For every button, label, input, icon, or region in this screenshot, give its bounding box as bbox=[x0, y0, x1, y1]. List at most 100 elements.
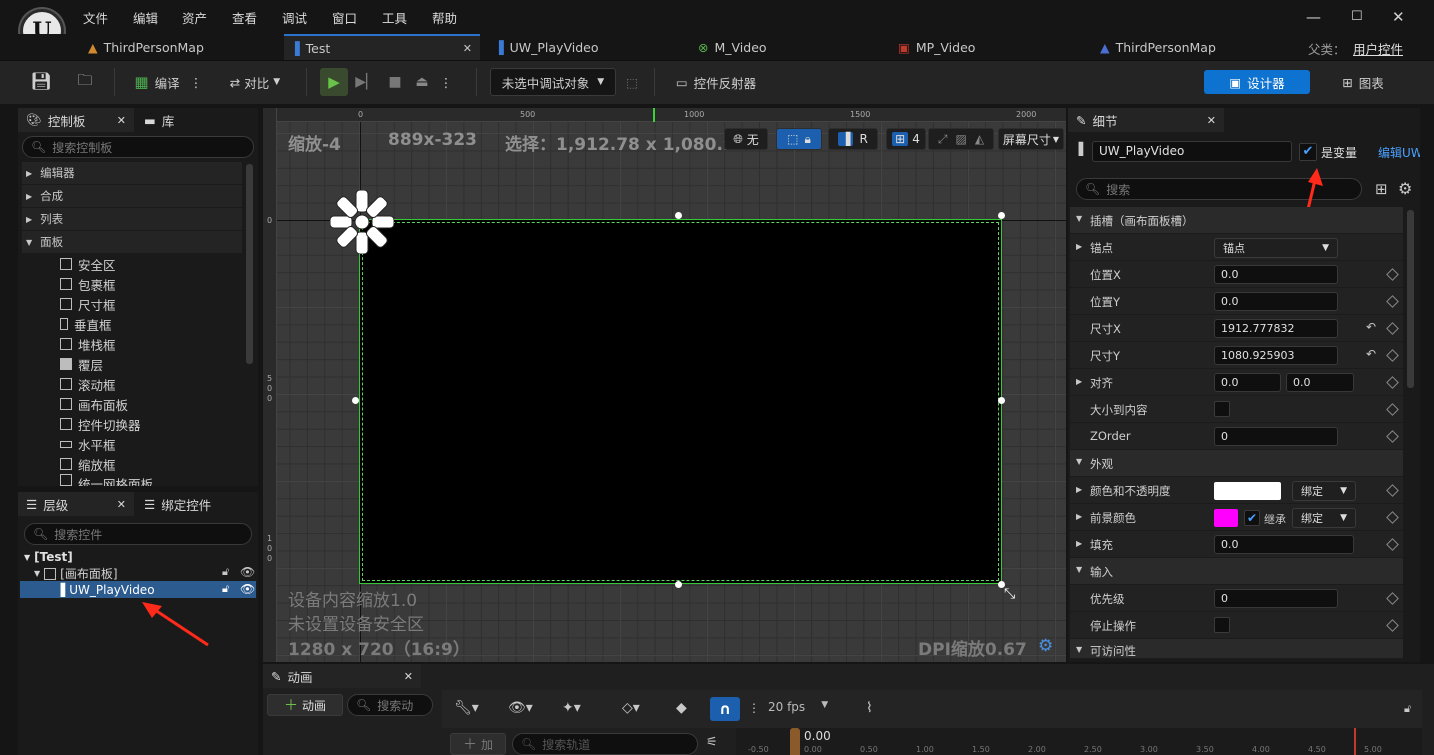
snap-magnet-icon[interactable]: ∩ bbox=[710, 697, 740, 721]
zorder-input[interactable]: 0 bbox=[1214, 427, 1338, 446]
widget-horizontal-box[interactable]: 水平框 bbox=[60, 434, 116, 454]
tab-m-video[interactable]: ⊗ M_Video bbox=[698, 34, 888, 60]
localization-button[interactable]: 🌐︎ 无 bbox=[724, 128, 768, 150]
color-swatch-white[interactable] bbox=[1214, 482, 1281, 500]
tab-thirdpersonmap-blueprint[interactable]: ▲ ThirdPersonMap bbox=[1100, 34, 1290, 60]
keyframe-diamond-icon[interactable] bbox=[1386, 376, 1399, 389]
tree-item-canvas-panel[interactable]: ▼ [画布面板] bbox=[34, 565, 118, 582]
hierarchy-search-input[interactable]: 🔍︎ 搜索控件 bbox=[24, 523, 252, 545]
keyframe-diamond-icon[interactable] bbox=[1386, 430, 1399, 443]
edit-widget-link[interactable]: 编辑UW bbox=[1378, 144, 1420, 161]
widget-vertical-box[interactable]: 垂直框 bbox=[60, 314, 112, 334]
visibility-eye-icon[interactable]: 👁︎ bbox=[240, 565, 255, 579]
tab-hierarchy[interactable]: ☰ 层级 ✕ bbox=[18, 492, 134, 516]
section-input[interactable]: ▼ 输入 bbox=[1070, 558, 1403, 585]
track-search-input[interactable]: 🔍︎ 搜索轨道 bbox=[512, 733, 698, 755]
keyframe-diamond-icon[interactable] bbox=[1386, 322, 1399, 335]
lock-icon[interactable]: 🔓︎ bbox=[222, 582, 229, 596]
designer-mode-button[interactable]: ▣ 设计器 bbox=[1204, 70, 1310, 94]
tab-test[interactable]: ▐ Test ✕ bbox=[284, 34, 480, 60]
tab-details[interactable]: ✎ 细节 ✕ bbox=[1068, 108, 1224, 132]
bind-dropdown[interactable]: 绑定 ▼ bbox=[1292, 508, 1356, 528]
resize-handle[interactable] bbox=[998, 212, 1005, 219]
close-tab-icon[interactable]: ✕ bbox=[117, 114, 126, 127]
play-options-icon[interactable]: ⋮ bbox=[440, 68, 453, 96]
tab-mp-video[interactable]: ▣ MP_Video bbox=[898, 34, 1088, 60]
chevron-right-icon[interactable]: ▶ bbox=[1076, 485, 1082, 494]
add-track-button[interactable]: ＋加 bbox=[450, 733, 506, 755]
minimize-icon[interactable]: — bbox=[1306, 8, 1321, 26]
resize-handle[interactable] bbox=[352, 397, 359, 404]
section-appearance[interactable]: ▼ 外观 bbox=[1070, 450, 1403, 477]
padding-input[interactable]: 0.0 bbox=[1214, 535, 1354, 554]
preview-tools[interactable]: ⤢ ▨ ◭ bbox=[928, 128, 994, 150]
resize-handle[interactable] bbox=[998, 397, 1005, 404]
grid-snap-button[interactable]: ⊞ 4 bbox=[886, 128, 926, 150]
keyframe-diamond-icon[interactable] bbox=[1386, 268, 1399, 281]
transform-toggle-button[interactable]: ⬚ 🔒︎ bbox=[776, 128, 822, 150]
lock-icon[interactable]: 🔓︎ bbox=[222, 565, 229, 579]
browse-asset-icon[interactable]: 🗀︎ bbox=[72, 68, 98, 96]
visibility-eye-icon[interactable]: 👁︎ bbox=[240, 582, 255, 596]
keyframe-diamond-icon[interactable] bbox=[1386, 619, 1399, 632]
parent-class-link[interactable]: 用户控件 bbox=[1353, 39, 1403, 58]
chevron-right-icon[interactable]: ▶ bbox=[1076, 512, 1082, 521]
keyframe-diamond-icon[interactable] bbox=[1386, 403, 1399, 416]
auto-key-icon[interactable]: ◆ bbox=[676, 700, 687, 716]
chevron-right-icon[interactable]: ▶ bbox=[1076, 377, 1082, 386]
snap-options-icon[interactable]: ⋮ bbox=[748, 701, 760, 715]
size-x-input[interactable]: 1912.777832 bbox=[1214, 319, 1338, 338]
step-icon[interactable]: ▶▏ bbox=[352, 68, 380, 96]
bind-dropdown[interactable]: 绑定 ▼ bbox=[1292, 481, 1356, 501]
anchor-icon[interactable] bbox=[330, 190, 394, 254]
respect-locks-button[interactable]: ▐ R bbox=[828, 128, 878, 150]
keyframe-diamond-icon[interactable] bbox=[1386, 295, 1399, 308]
widget-scale-box[interactable]: 缩放框 bbox=[60, 454, 116, 474]
category-list[interactable]: ▶ 列表 bbox=[22, 208, 242, 230]
auto-size-checkbox[interactable] bbox=[1214, 401, 1230, 417]
tree-item-uw-playvideo[interactable]: ▐ UW_PlayVideo bbox=[20, 581, 256, 598]
close-tab-icon[interactable]: ✕ bbox=[1207, 114, 1216, 127]
settings-gear-icon[interactable]: ⚙ bbox=[1398, 179, 1412, 198]
widget-stack-box[interactable]: 堆栈框 bbox=[60, 334, 116, 354]
tab-thirdpersonmap[interactable]: ▲ ThirdPersonMap bbox=[88, 34, 278, 60]
tab-uw-playvideo[interactable]: ▐ UW_PlayVideo bbox=[494, 34, 684, 60]
palette-scrollbar[interactable] bbox=[246, 164, 253, 364]
menu-asset[interactable]: 资产 bbox=[182, 8, 207, 27]
category-panel[interactable]: ▼ 面板 bbox=[22, 231, 242, 253]
fps-dropdown[interactable]: 20 fps ▼ bbox=[768, 700, 828, 714]
widget-overlay[interactable]: 覆层 bbox=[60, 354, 103, 374]
position-x-input[interactable]: 0.0 bbox=[1214, 265, 1338, 284]
compile-button[interactable]: ▦ 编译 bbox=[126, 68, 188, 96]
play-icon[interactable]: ▶ bbox=[320, 68, 348, 96]
is-variable-checkbox[interactable]: ✔ bbox=[1299, 143, 1317, 161]
tab-animation[interactable]: ✎ 动画 ✕ bbox=[263, 664, 421, 688]
graph-mode-button[interactable]: ⊞ 图表 bbox=[1330, 68, 1396, 96]
eject-icon[interactable]: ⏏ bbox=[410, 68, 434, 96]
lock-icon[interactable]: 🔓︎ bbox=[1404, 702, 1411, 716]
menu-tools[interactable]: 工具 bbox=[382, 8, 407, 27]
color-swatch-magenta[interactable] bbox=[1214, 509, 1238, 527]
stop-action-checkbox[interactable] bbox=[1214, 617, 1230, 633]
curve-editor-icon[interactable]: ⌇ bbox=[866, 700, 873, 716]
tab-palette[interactable]: 🎨︎ 控制板 ✕ bbox=[18, 108, 134, 132]
inherit-checkbox[interactable]: ✔ bbox=[1244, 510, 1260, 526]
close-window-icon[interactable]: ✕ bbox=[1392, 8, 1405, 26]
size-y-input[interactable]: 1080.925903 bbox=[1214, 346, 1338, 365]
section-accessibility[interactable]: ▼ 可访问性 bbox=[1070, 639, 1403, 659]
add-animation-button[interactable]: ＋动画 bbox=[267, 694, 343, 716]
menu-debug[interactable]: 调试 bbox=[282, 8, 307, 27]
details-scrollbar[interactable] bbox=[1407, 210, 1414, 388]
widget-name-field[interactable]: UW_PlayVideo bbox=[1092, 141, 1292, 162]
menu-edit[interactable]: 编辑 bbox=[133, 8, 158, 27]
menu-file[interactable]: 文件 bbox=[83, 8, 108, 27]
widget-safe-zone[interactable]: 安全区 bbox=[60, 254, 116, 274]
keyframe-diamond-icon[interactable] bbox=[1386, 484, 1399, 497]
reset-to-default-icon[interactable]: ↶ bbox=[1366, 347, 1376, 361]
keyframe-diamond-icon[interactable] bbox=[1386, 349, 1399, 362]
diff-button[interactable]: ⇄ 对比 ▼ bbox=[220, 68, 290, 96]
animation-search-input[interactable]: 🔍︎ 搜索动 bbox=[347, 694, 433, 716]
stop-icon[interactable]: ■ bbox=[382, 68, 408, 96]
tree-root-test[interactable]: ▼ [Test] bbox=[24, 550, 73, 564]
close-tab-icon[interactable]: ✕ bbox=[117, 498, 126, 511]
